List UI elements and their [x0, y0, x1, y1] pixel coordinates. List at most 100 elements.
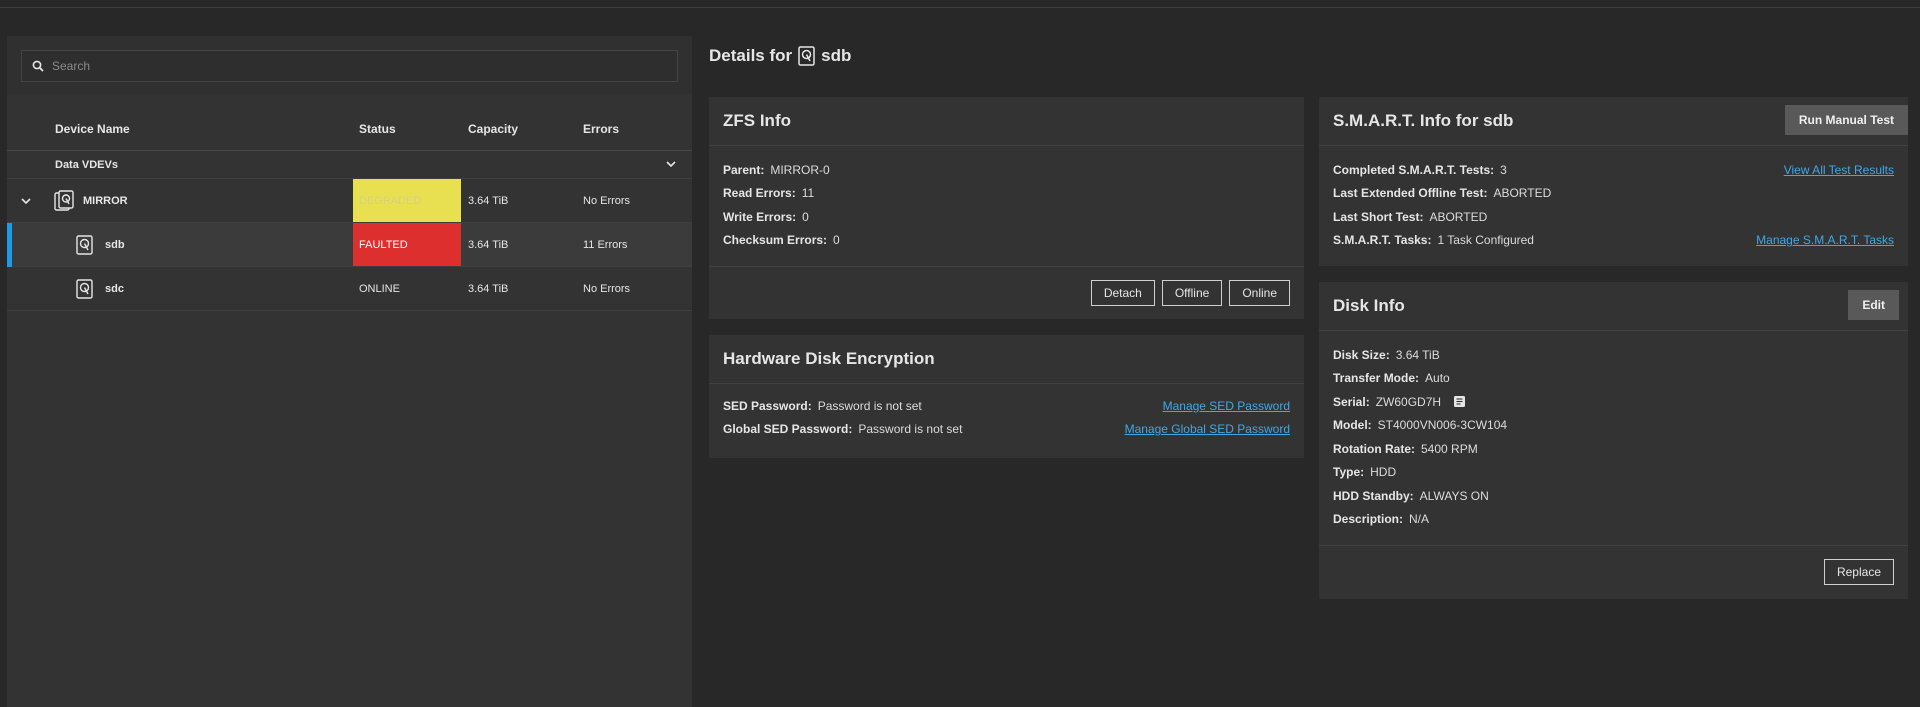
- field-key: HDD Standby:: [1333, 488, 1414, 503]
- chevron-down-icon[interactable]: [19, 194, 33, 208]
- disk-info-card: Disk Info Edit Disk Size: 3.64 TiB Transf…: [1319, 282, 1908, 599]
- field-key: Write Errors:: [723, 209, 797, 224]
- field-value: HDD: [1370, 465, 1397, 480]
- errors-value: No Errors: [583, 282, 631, 295]
- smart-last-short-test: Last Short Test: ABORTED: [1333, 205, 1894, 229]
- search-box[interactable]: [21, 50, 678, 82]
- top-divider: [0, 7, 1920, 8]
- device-name: MIRROR: [83, 194, 128, 207]
- disk-serial: Serial: ZW60GD7H: [1333, 390, 1894, 414]
- field-value: 0: [833, 233, 840, 248]
- field-value: N/A: [1409, 512, 1430, 527]
- manage-global-sed-password-link[interactable]: Manage Global SED Password: [1125, 422, 1290, 436]
- disk-body: Disk Size: 3.64 TiB Transfer Mode: Auto Se…: [1319, 331, 1908, 545]
- smart-info-card: S.M.A.R.T. Info for sdb Run Manual Test …: [1319, 97, 1908, 266]
- errors-value: No Errors: [583, 194, 631, 207]
- field-value: 1 Task Configured: [1437, 233, 1534, 248]
- card-title: ZFS Info: [709, 97, 1304, 146]
- zfs-write-errors: Write Errors: 0: [723, 205, 1290, 229]
- disk-type: Type: HDD: [1333, 461, 1894, 485]
- smart-body: Completed S.M.A.R.T. Tests: 3 View All T…: [1319, 146, 1908, 264]
- manage-smart-tasks-link[interactable]: Manage S.M.A.R.T. Tasks: [1756, 233, 1894, 247]
- field-value: ABORTED: [1493, 186, 1552, 201]
- replace-button[interactable]: Replace: [1823, 559, 1894, 585]
- field-key: SED Password:: [723, 398, 812, 413]
- run-manual-test-button[interactable]: Run Manual Test: [1784, 105, 1908, 135]
- header-device-name[interactable]: Device Name: [55, 122, 130, 136]
- field-key: Last Short Test:: [1333, 209, 1424, 224]
- table-header: Device Name Status Capacity Errors: [7, 107, 692, 151]
- zfs-info-body: Parent: MIRROR-0 Read Errors: 11 Write Err…: [709, 146, 1304, 266]
- field-key: Disk Size:: [1333, 347, 1390, 362]
- smart-tasks: S.M.A.R.T. Tasks: 1 Task Configured Mana…: [1333, 229, 1894, 253]
- field-value: Auto: [1425, 371, 1450, 386]
- device-name: sdb: [105, 238, 125, 251]
- capacity-value: 3.64 TiB: [468, 282, 509, 295]
- field-value: 5400 RPM: [1421, 441, 1478, 456]
- mirror-disks-icon: [54, 190, 74, 211]
- status-badge: FAULTED: [353, 223, 461, 266]
- sed-password: SED Password: Password is not set Manage…: [723, 394, 1290, 418]
- search-input[interactable]: [52, 59, 677, 73]
- online-button[interactable]: Online: [1229, 280, 1290, 306]
- field-value: ABORTED: [1429, 209, 1488, 224]
- zfs-parent: Parent: MIRROR-0: [723, 158, 1290, 182]
- zfs-info-card: ZFS Info Parent: MIRROR-0 Read Errors: 11 …: [709, 97, 1304, 319]
- field-key: Parent:: [723, 162, 765, 177]
- field-key: Model:: [1333, 418, 1372, 433]
- field-value: 3.64 TiB: [1395, 347, 1440, 362]
- field-value: Password is not set: [817, 398, 922, 413]
- smart-last-extended-test: Last Extended Offline Test: ABORTED: [1333, 182, 1894, 206]
- status-text: ONLINE: [359, 282, 400, 295]
- group-label: Data VDEVs: [55, 158, 118, 171]
- card-title: Hardware Disk Encryption: [709, 335, 1304, 384]
- status-badge: DEGRADED: [353, 179, 461, 222]
- global-sed-password: Global SED Password: Password is not set…: [723, 418, 1290, 442]
- manage-sed-password-link[interactable]: Manage SED Password: [1163, 399, 1290, 413]
- field-value: 3: [1500, 162, 1507, 177]
- header-status[interactable]: Status: [359, 122, 396, 136]
- disk-hdd-standby: HDD Standby: ALWAYS ON: [1333, 484, 1894, 508]
- disk-size: Disk Size: 3.64 TiB: [1333, 343, 1894, 367]
- detach-button[interactable]: Detach: [1090, 280, 1155, 306]
- details-prefix: Details for: [709, 46, 793, 65]
- field-key: Rotation Rate:: [1333, 441, 1415, 456]
- field-value: ALWAYS ON: [1419, 488, 1489, 503]
- copy-icon[interactable]: [1453, 395, 1466, 408]
- details-device: sdb: [821, 46, 852, 65]
- zfs-checksum-errors: Checksum Errors: 0: [723, 229, 1290, 253]
- field-value: 0: [802, 209, 809, 224]
- smart-completed-tests: Completed S.M.A.R.T. Tests: 3 View All T…: [1333, 158, 1894, 182]
- device-list-panel: Device Name Status Capacity Errors Data …: [7, 36, 692, 707]
- field-value: 11: [801, 186, 815, 201]
- header-errors[interactable]: Errors: [583, 122, 619, 136]
- field-key: S.M.A.R.T. Tasks:: [1333, 233, 1432, 248]
- field-key: Completed S.M.A.R.T. Tests:: [1333, 162, 1495, 177]
- field-value: Password is not set: [858, 422, 963, 437]
- field-key: Type:: [1333, 465, 1365, 480]
- field-value: ST4000VN006-3CW104: [1377, 418, 1508, 433]
- table-row[interactable]: sdc ONLINE 3.64 TiB No Errors: [7, 267, 692, 311]
- field-key: Serial:: [1333, 394, 1370, 409]
- field-key: Last Extended Offline Test:: [1333, 186, 1488, 201]
- edit-button[interactable]: Edit: [1848, 290, 1899, 320]
- field-key: Global SED Password:: [723, 422, 853, 437]
- field-key: Description:: [1333, 512, 1404, 527]
- table-row[interactable]: MIRROR DEGRADED 3.64 TiB No Errors: [7, 179, 692, 223]
- offline-button[interactable]: Offline: [1161, 280, 1223, 306]
- field-key: Read Errors:: [723, 186, 796, 201]
- header-capacity[interactable]: Capacity: [468, 122, 518, 136]
- card-title: Disk Info: [1319, 282, 1908, 331]
- sed-body: SED Password: Password is not set Manage…: [709, 384, 1304, 453]
- disk-icon: [76, 279, 93, 299]
- view-all-test-results-link[interactable]: View All Test Results: [1784, 163, 1894, 177]
- table-row[interactable]: sdb FAULTED 3.64 TiB 11 Errors: [7, 223, 692, 267]
- capacity-value: 3.64 TiB: [468, 194, 509, 207]
- disk-model: Model: ST4000VN006-3CW104: [1333, 414, 1894, 438]
- device-name: sdc: [105, 282, 124, 295]
- group-row-data-vdevs[interactable]: Data VDEVs: [7, 151, 692, 179]
- chevron-down-icon[interactable]: [664, 157, 678, 171]
- field-value: ZW60GD7H: [1375, 394, 1442, 409]
- zfs-read-errors: Read Errors: 11: [723, 182, 1290, 206]
- disk-transfer-mode: Transfer Mode: Auto: [1333, 367, 1894, 391]
